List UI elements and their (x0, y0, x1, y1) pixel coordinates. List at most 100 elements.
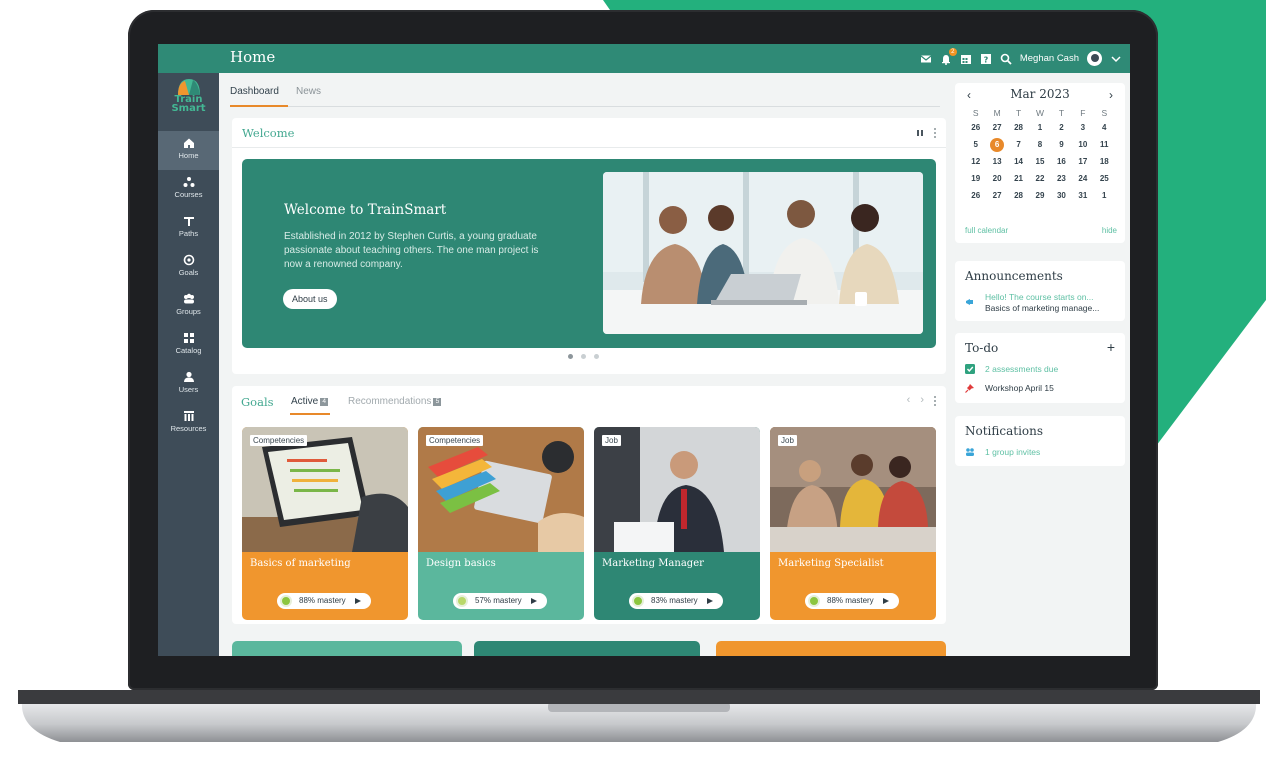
calendar-day[interactable]: 28 (1008, 189, 1029, 203)
sidebar-item-catalog[interactable]: Catalog (158, 326, 219, 365)
calendar-day[interactable]: 5 (965, 138, 986, 152)
page-title: Home (230, 48, 276, 66)
tab-news[interactable]: News (296, 86, 321, 97)
chevron-right-icon[interactable]: › (920, 394, 924, 406)
calendar-day[interactable]: 26 (965, 121, 986, 135)
sidebar-item-home[interactable]: Home (158, 131, 219, 170)
goals-header: Goals Active 4 Recommendations 5 ‹ › (232, 386, 946, 416)
calendar-day[interactable]: 18 (1094, 155, 1115, 169)
calendar-icon[interactable] (960, 53, 972, 65)
calendar-day[interactable]: 2 (1051, 121, 1072, 135)
sidebar-item-courses[interactable]: Courses (158, 170, 219, 209)
carousel-dots (568, 354, 599, 359)
calendar-day[interactable]: 11 (1094, 138, 1115, 152)
sidebar-item-users[interactable]: Users (158, 365, 219, 404)
tab-dashboard[interactable]: Dashboard (230, 86, 279, 97)
calendar-day[interactable]: 12 (965, 155, 986, 169)
progress-ring-icon (808, 595, 820, 607)
add-todo-icon[interactable]: + (1107, 339, 1115, 355)
notification-item[interactable]: 1 group invites (985, 447, 1040, 458)
carousel-dot[interactable] (568, 354, 573, 359)
calendar-day[interactable]: 8 (1029, 138, 1050, 152)
calendar-day[interactable]: 21 (1008, 172, 1029, 186)
calendar-day[interactable]: 15 (1029, 155, 1050, 169)
calendar-day[interactable]: 14 (1008, 155, 1029, 169)
calendar-day[interactable]: 31 (1072, 189, 1093, 203)
mastery-button[interactable]: 88% mastery (805, 593, 899, 609)
users-icon (183, 371, 195, 383)
sidebar-item-label: Goals (178, 268, 199, 277)
calendar-day[interactable]: 13 (986, 155, 1007, 169)
goal-card-basics-of-marketing[interactable]: Competencies Basics of marketing 88% mas… (242, 427, 408, 620)
calendar-day[interactable]: 26 (965, 189, 986, 203)
calendar-day[interactable]: 19 (965, 172, 986, 186)
calendar-day[interactable]: 27 (986, 189, 1007, 203)
search-icon[interactable] (1000, 53, 1012, 65)
calendar-day[interactable]: 23 (1051, 172, 1072, 186)
carousel-dot[interactable] (581, 354, 586, 359)
calendar-day[interactable]: 30 (1051, 189, 1072, 203)
chevron-left-icon[interactable]: ‹ (907, 394, 911, 406)
sidebar-item-goals[interactable]: Goals (158, 248, 219, 287)
calendar-day[interactable]: 20 (986, 172, 1007, 186)
full-calendar-link[interactable]: full calendar (965, 226, 1008, 235)
chevron-down-icon[interactable] (1110, 53, 1122, 65)
goals-list: Competencies Basics of marketing 88% mas… (232, 416, 946, 624)
more-options-icon[interactable] (934, 128, 937, 140)
tab-active-goals[interactable]: Active 4 (291, 396, 329, 407)
goal-card-design-basics[interactable]: Competencies Design basics 57% mastery (418, 427, 584, 620)
tab-label: Recommendations (348, 396, 432, 407)
goal-card-marketing-specialist[interactable]: Job Marketing Specialist 88% mastery (770, 427, 936, 620)
help-icon[interactable]: ? (980, 53, 992, 65)
mastery-button[interactable]: 57% mastery (453, 593, 547, 609)
tab-recommendations[interactable]: Recommendations 5 (348, 396, 442, 407)
carousel-dot[interactable] (594, 354, 599, 359)
calendar-day[interactable]: 24 (1072, 172, 1093, 186)
calendar-day[interactable]: 28 (1008, 121, 1029, 135)
calendar-day[interactable]: 25 (1094, 172, 1115, 186)
pause-icon[interactable] (916, 129, 924, 137)
hide-calendar-link[interactable]: hide (1102, 226, 1117, 235)
todo-item[interactable]: 2 assessments due (985, 364, 1058, 375)
checkbox-icon[interactable] (965, 364, 975, 374)
sidebar-item-groups[interactable]: Groups (158, 287, 219, 326)
goal-type-tag: Job (602, 435, 621, 446)
calendar-day[interactable]: 9 (1051, 138, 1072, 152)
sidebar-item-paths[interactable]: Paths (158, 209, 219, 248)
announcement-course[interactable]: Basics of marketing manage... (985, 303, 1099, 314)
goal-card-marketing-manager[interactable]: Job Marketing Manager 83% mastery (594, 427, 760, 620)
bell-icon[interactable]: 2 (940, 47, 957, 65)
calendar-day[interactable]: 22 (1029, 172, 1050, 186)
trainsmart-logo[interactable]: Train Smart (158, 77, 219, 125)
sidebar-item-resources[interactable]: Resources (158, 404, 219, 443)
more-options-icon[interactable] (934, 396, 937, 408)
calendar-day[interactable]: 4 (1094, 121, 1115, 135)
welcome-card: Welcome Welcome to TrainSmart Establishe… (232, 118, 946, 374)
play-icon (883, 598, 889, 604)
chevron-right-icon[interactable]: › (1109, 88, 1113, 102)
mail-icon[interactable] (920, 53, 932, 65)
calendar-day[interactable]: 16 (1051, 155, 1072, 169)
sidebar-item-label: Paths (178, 229, 199, 238)
weekday-label: T (1058, 108, 1065, 118)
calendar-day[interactable]: 17 (1072, 155, 1093, 169)
calendar-day[interactable]: 27 (986, 121, 1007, 135)
calendar-day-today[interactable]: 6 (990, 138, 1005, 152)
weekday-label: F (1080, 108, 1086, 118)
announcement-text[interactable]: Hello! The course starts on... (985, 292, 1094, 303)
calendar-day[interactable]: 29 (1029, 189, 1050, 203)
user-avatar[interactable] (1087, 51, 1102, 66)
mastery-button[interactable]: 83% mastery (629, 593, 723, 609)
todo-item[interactable]: Workshop April 15 (985, 383, 1054, 394)
user-name[interactable]: Meghan Cash (1020, 53, 1079, 64)
calendar-day[interactable]: 10 (1072, 138, 1093, 152)
calendar-day[interactable]: 1 (1094, 189, 1115, 203)
weekday-label: S (972, 108, 979, 118)
goal-name: Marketing Manager (602, 558, 704, 569)
calendar-day[interactable]: 1 (1029, 121, 1050, 135)
mastery-button[interactable]: 88% mastery (277, 593, 371, 609)
about-us-button[interactable]: About us (283, 289, 337, 309)
logo-word-smart: Smart (171, 103, 206, 114)
calendar-day[interactable]: 3 (1072, 121, 1093, 135)
calendar-day[interactable]: 7 (1008, 138, 1029, 152)
